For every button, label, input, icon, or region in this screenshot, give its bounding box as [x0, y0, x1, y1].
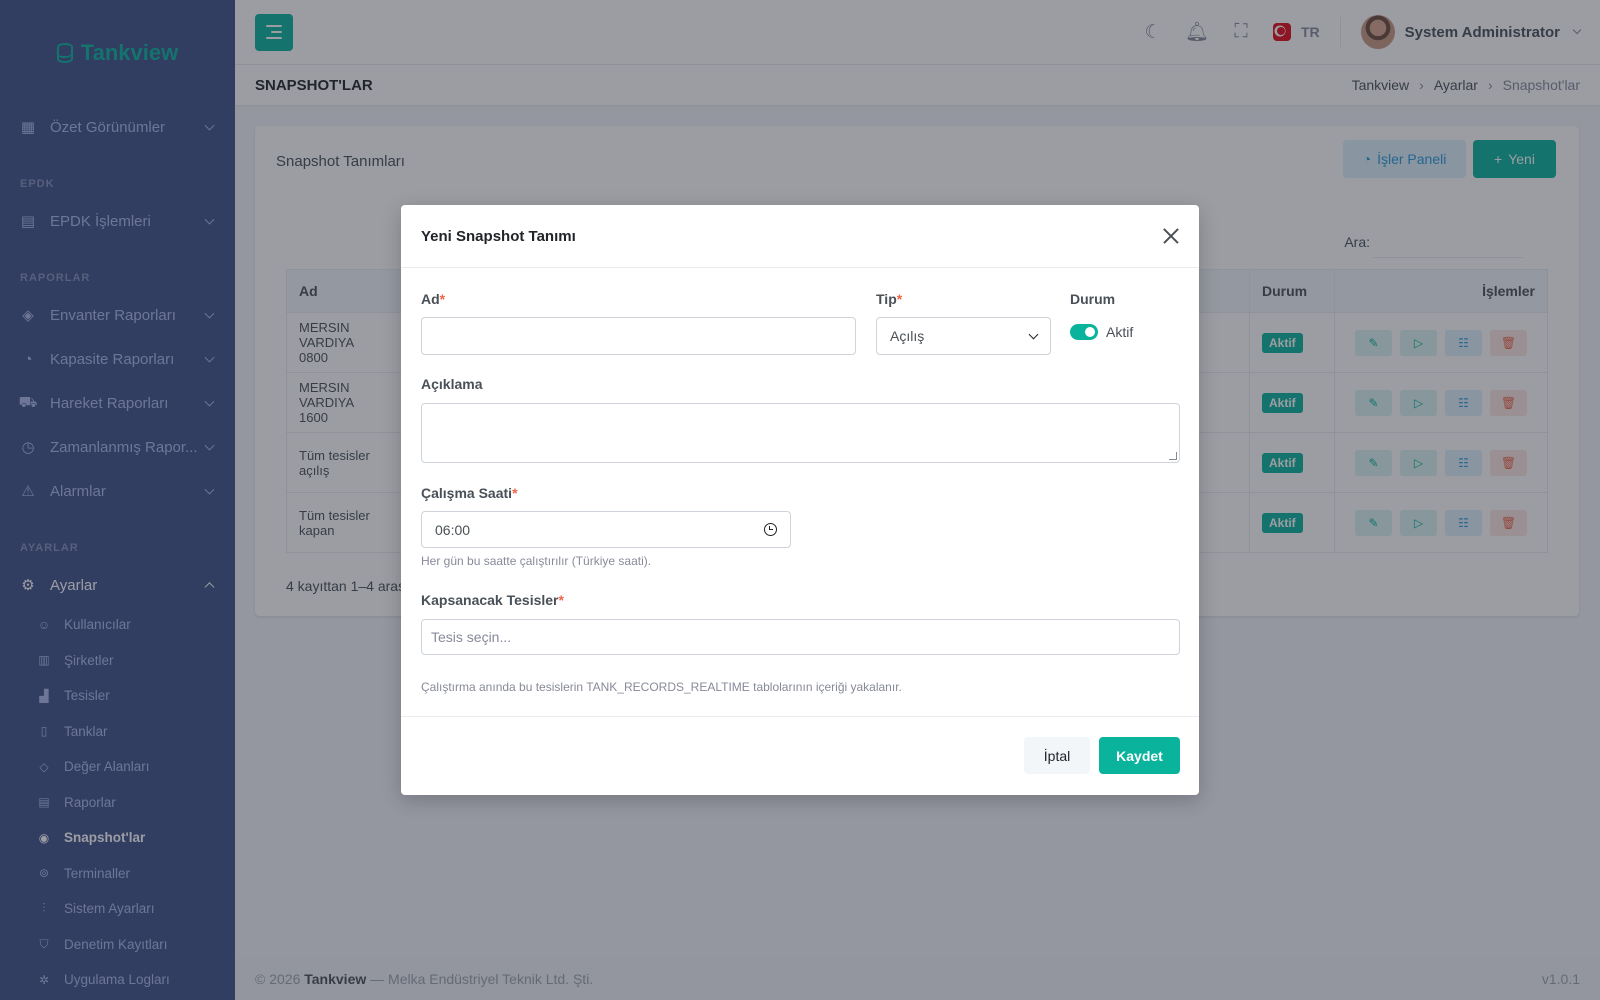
clock-icon[interactable]: [764, 523, 777, 536]
label-text: Ad: [421, 291, 440, 307]
tip-select[interactable]: Açılış: [876, 317, 1051, 355]
modal-header: Yeni Snapshot Tanımı: [401, 205, 1199, 268]
new-snapshot-modal: Yeni Snapshot Tanımı Ad* Tip* Açılış Dur…: [401, 205, 1199, 795]
label-text: Kapsanacak Tesisler: [421, 592, 559, 608]
chevron-down-icon: [1028, 329, 1039, 339]
close-icon[interactable]: [1163, 228, 1179, 244]
ad-label: Ad*: [421, 291, 445, 307]
durum-toggle-label: Aktif: [1106, 324, 1134, 340]
tesis-label: Kapsanacak Tesisler*: [421, 592, 564, 608]
saat-input[interactable]: 06:00: [421, 511, 791, 548]
cancel-button[interactable]: İptal: [1024, 737, 1090, 774]
resize-handle[interactable]: [1169, 452, 1177, 460]
tesis-select-input[interactable]: Tesis seçin...: [421, 619, 1180, 655]
durum-label: Durum: [1070, 291, 1116, 307]
save-button[interactable]: Kaydet: [1099, 737, 1180, 774]
saat-help-text: Her gün bu saatte çalıştırılır (Türkiye …: [421, 554, 652, 568]
modal-footer: İptal Kaydet: [401, 716, 1199, 795]
aciklama-textarea[interactable]: [421, 403, 1180, 463]
required-mark: *: [896, 291, 903, 307]
ad-input[interactable]: [421, 317, 856, 355]
required-mark: *: [439, 291, 446, 307]
saat-label: Çalışma Saati*: [421, 485, 518, 501]
aciklama-label: Açıklama: [421, 376, 483, 392]
tip-label: Tip*: [876, 291, 902, 307]
tesis-help-text: Çalıştırma anında bu tesislerin TANK_REC…: [421, 680, 902, 694]
required-mark: *: [558, 592, 564, 608]
saat-value: 06:00: [435, 521, 471, 538]
label-text: Çalışma Saati: [421, 485, 513, 501]
modal-title: Yeni Snapshot Tanımı: [421, 227, 576, 245]
label-text: Tip: [876, 291, 897, 307]
required-mark: *: [512, 485, 518, 501]
durum-toggle[interactable]: [1070, 324, 1098, 340]
tip-selected-value: Açılış: [890, 328, 925, 344]
